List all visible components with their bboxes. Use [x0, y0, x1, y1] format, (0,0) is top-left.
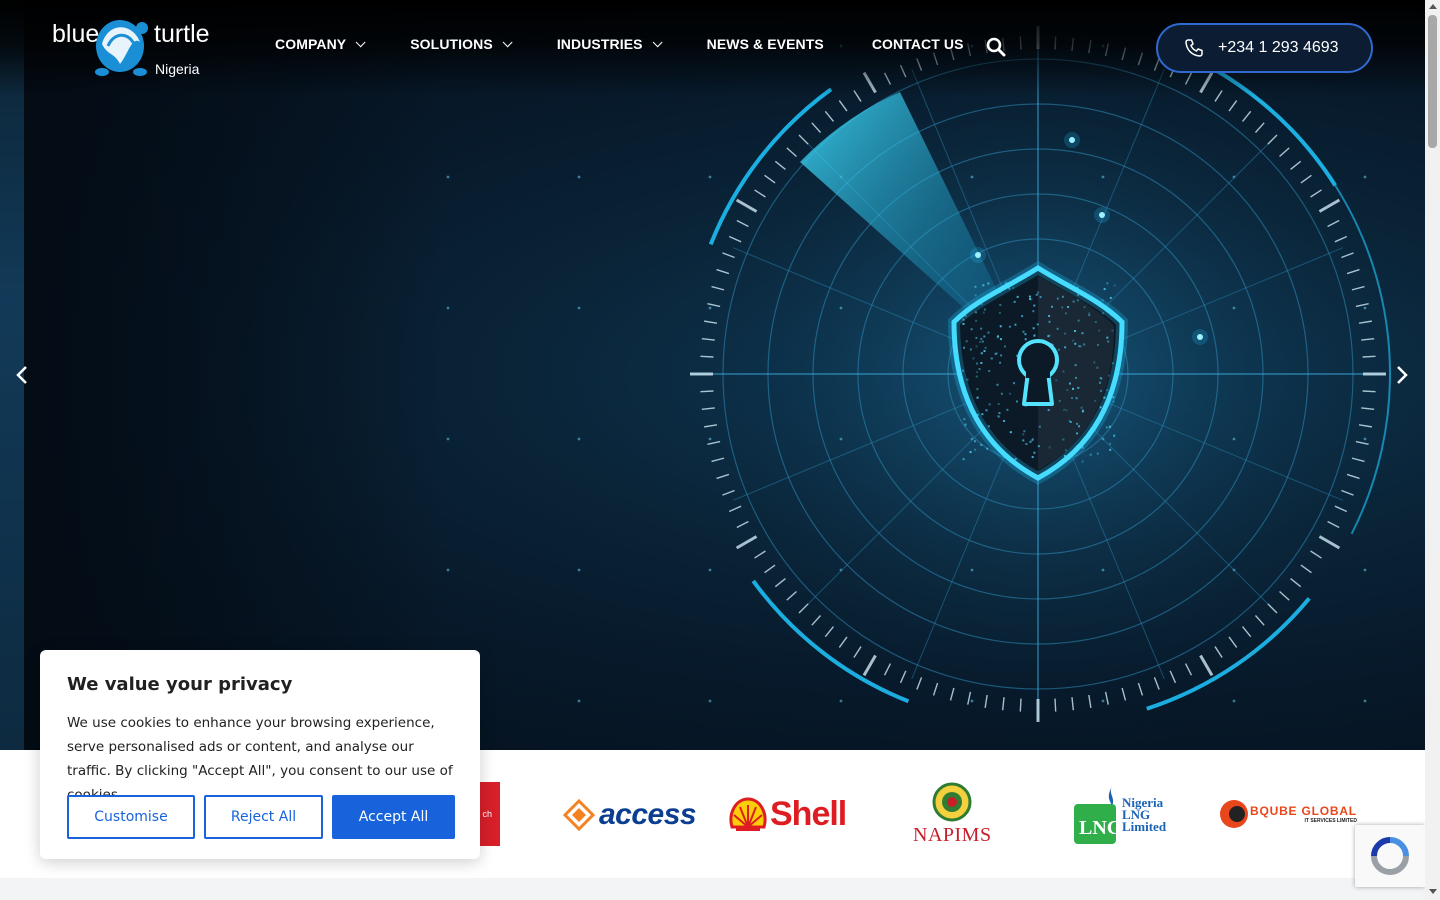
svg-text:LNG: LNG — [1079, 817, 1118, 839]
nav-industries-label: INDUSTRIES — [556, 36, 643, 52]
nav-company-label: COMPANY — [275, 36, 347, 52]
client-logo-shell: Shell — [728, 795, 847, 834]
nav-contact-us[interactable]: CONTACT US — [872, 36, 964, 52]
chevron-left-icon — [16, 366, 27, 384]
turtle-icon — [95, 20, 148, 76]
scroll-up-arrow-icon[interactable] — [1429, 4, 1437, 9]
scrollbar-thumb[interactable] — [1428, 15, 1437, 148]
chevron-down-icon — [652, 36, 663, 47]
client-logo-access: access — [563, 798, 697, 832]
recaptcha-badge[interactable] — [1355, 825, 1425, 887]
nav-solutions[interactable]: SOLUTIONS — [410, 36, 513, 52]
shell-pecten-icon — [729, 796, 767, 831]
cookie-body: We use cookies to enhance your browsing … — [67, 715, 453, 803]
phone-number: +234 1 293 4693 — [1218, 39, 1339, 56]
scroll-down-arrow-icon[interactable] — [1429, 889, 1437, 894]
site-header: blue turtle Nigeria COMPANY SOLUTIONS IN… — [0, 0, 1425, 96]
chevron-down-icon — [502, 36, 513, 47]
hero-slider — [0, 0, 1425, 750]
search-icon — [986, 37, 1006, 57]
search-button[interactable] — [986, 37, 1006, 57]
cookie-customise-button[interactable]: Customise — [67, 795, 195, 839]
slider-next-button[interactable] — [1392, 364, 1412, 386]
client-logo-bqube-global: BQUBE GLOBAL IT SERVICES LIMITED — [1218, 798, 1357, 830]
cookie-consent-banner: We value your privacy We use cookies to … — [40, 650, 480, 859]
chevron-down-icon — [355, 36, 366, 47]
cookie-title: We value your privacy — [67, 674, 293, 695]
cookie-accept-all-button[interactable]: Accept All — [332, 795, 455, 839]
nav-solutions-label: SOLUTIONS — [410, 36, 493, 52]
chevron-right-icon — [1397, 366, 1408, 384]
phone-icon — [1184, 38, 1204, 58]
bqube-circle-icon — [1220, 800, 1248, 828]
cookie-reject-all-button[interactable]: Reject All — [204, 795, 323, 839]
page: blue turtle Nigeria COMPANY SOLUTIONS IN… — [0, 0, 1440, 900]
main-nav: COMPANY SOLUTIONS INDUSTRIES NEWS & EVEN… — [275, 36, 1012, 52]
blue-turtle-logo[interactable]: blue turtle Nigeria — [52, 12, 212, 82]
napims-emblem-icon — [932, 782, 972, 822]
logo-word-turtle: turtle — [154, 20, 210, 48]
access-diamond-icon — [563, 799, 595, 831]
logo-country: Nigeria — [155, 61, 200, 77]
client-logo-napims: NAPIMS — [913, 782, 992, 847]
page-scrollbar[interactable] — [1425, 0, 1440, 900]
nav-news-events[interactable]: NEWS & EVENTS — [707, 36, 824, 52]
nav-news-events-label: NEWS & EVENTS — [706, 36, 824, 52]
recaptcha-icon — [1371, 837, 1409, 875]
nav-company[interactable]: COMPANY — [275, 36, 366, 52]
nav-contact-us-label: CONTACT US — [871, 36, 964, 52]
hero-shield-radar-graphic — [446, 14, 1398, 734]
nlng-flame-icon: LNG — [1074, 786, 1118, 844]
nav-industries[interactable]: INDUSTRIES — [556, 36, 663, 52]
phone-call-button[interactable]: +234 1 293 4693 — [1156, 23, 1373, 73]
slider-prev-button[interactable] — [13, 364, 33, 386]
client-logo-nigeria-lng: LNG Nigeria LNG Limited — [1072, 782, 1166, 848]
